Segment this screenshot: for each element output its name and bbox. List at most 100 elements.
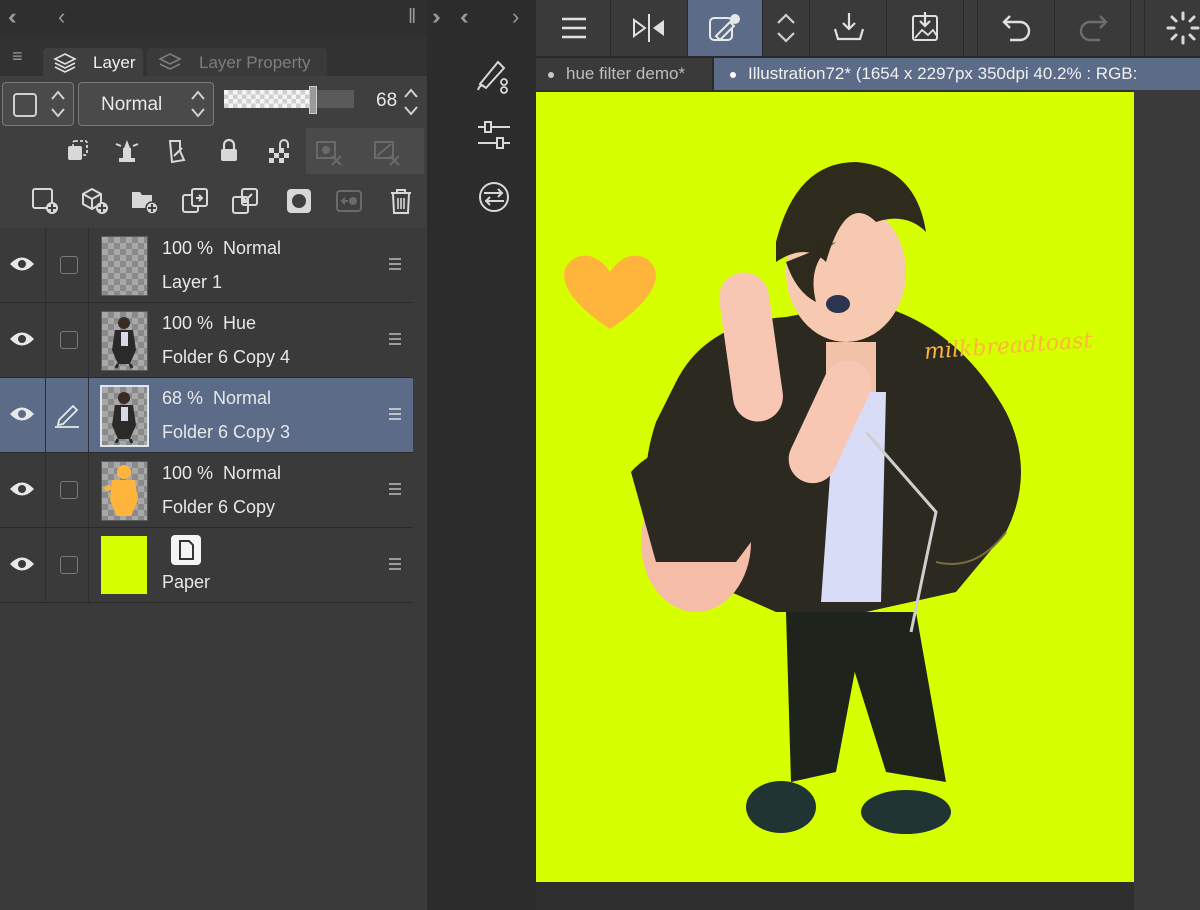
new-folder-icon[interactable]	[130, 186, 160, 216]
layer-checkbox[interactable]	[60, 481, 78, 499]
eye-icon	[10, 407, 34, 421]
layer-checkbox[interactable]	[60, 556, 78, 574]
updown-arrows-icon	[777, 13, 795, 43]
expand-right-icon[interactable]: ›	[512, 4, 519, 30]
combine-to-layer-below-icon[interactable]	[230, 186, 260, 216]
export-image-icon	[912, 12, 938, 41]
lock-layer-icon[interactable]	[214, 136, 244, 166]
layer-name: Layer 1	[162, 272, 223, 292]
layer-opacity-mode: 100 % Normal	[162, 463, 282, 483]
tab-layer[interactable]: Layer	[43, 48, 143, 76]
transfer-to-lower-layer-icon[interactable]	[180, 186, 210, 216]
visibility-toggle[interactable]	[0, 378, 46, 452]
layer-drag-handle-icon[interactable]	[388, 557, 402, 571]
layer-thumbnail	[101, 236, 148, 296]
collapse-left-icon[interactable]: ‹	[58, 4, 67, 30]
lock-transparent-pixels-icon[interactable]	[264, 136, 294, 166]
redo-button[interactable]	[1054, 0, 1131, 56]
show-ruler-range-icon[interactable]	[372, 136, 402, 166]
layer-drag-handle-icon[interactable]	[388, 407, 402, 421]
pen-editing-icon	[55, 404, 79, 428]
clip-to-layer-below-icon[interactable]	[62, 136, 92, 166]
blend-mode-select[interactable]: Normal	[78, 82, 214, 126]
collapse-left-double-icon[interactable]: ‹‹	[460, 4, 468, 30]
sub-tool-brush-icon[interactable]	[474, 54, 514, 94]
collapse-left-double-icon[interactable]: ‹‹	[8, 4, 16, 30]
doc-tab-illustration72[interactable]: Illustration72* (1654 x 2297px 350dpi 40…	[714, 58, 1200, 90]
panel-tab-row: ≡ Layer Layer Property	[0, 36, 427, 76]
document-tabs: hue filter demo* Illustration72* (1654 x…	[536, 56, 1200, 90]
layer-row-folder-6-copy-4[interactable]: 100 % Hue Folder 6 Copy 4	[0, 303, 413, 378]
layer-select-toggle[interactable]	[46, 228, 89, 302]
visibility-toggle[interactable]	[0, 453, 46, 527]
undo-button[interactable]	[977, 0, 1055, 56]
doc-tab-label: Illustration72* (1654 x 2297px 350dpi 40…	[748, 64, 1138, 83]
navigator-swap-icon[interactable]	[474, 180, 514, 214]
draft-layer-icon[interactable]	[162, 136, 192, 166]
figure-thumbnail-icon	[112, 392, 136, 444]
layer-thumbnail	[101, 461, 148, 521]
flip-horizontal-icon	[633, 14, 664, 42]
layer-drag-handle-icon[interactable]	[388, 332, 402, 346]
layer-edit-indicator[interactable]	[46, 378, 89, 452]
layers-icon	[53, 53, 77, 73]
save-button[interactable]	[810, 0, 887, 56]
tab-layer-property[interactable]: Layer Property	[147, 48, 327, 76]
layer-drag-handle-icon[interactable]	[388, 482, 402, 496]
layer-checkbox[interactable]	[60, 331, 78, 349]
new-raster-layer-icon[interactable]	[30, 186, 60, 216]
doc-tab-label: hue filter demo*	[566, 64, 686, 83]
opacity-slider-handle[interactable]	[309, 86, 318, 114]
layer-select-toggle[interactable]	[46, 453, 89, 527]
apply-mask-icon[interactable]	[334, 186, 364, 216]
figure-thumbnail-icon	[112, 317, 136, 369]
panel-menu-icon[interactable]: ≡	[12, 46, 23, 67]
eye-icon	[10, 332, 34, 346]
eyedropper-options-stepper[interactable]	[763, 0, 810, 56]
layer-name: Paper	[162, 572, 211, 592]
expression-color-select[interactable]	[2, 82, 74, 126]
delete-layer-icon[interactable]	[386, 186, 416, 216]
eyedropper-toggle-button[interactable]	[688, 0, 763, 56]
layer-name: Folder 6 Copy 4	[162, 347, 291, 367]
tool-property-sliders-icon[interactable]	[474, 118, 514, 152]
main-menu-button[interactable]	[536, 0, 611, 56]
reference-layer-icon[interactable]	[112, 136, 142, 166]
paper-layer-icon	[171, 535, 201, 565]
opacity-stepper-icon[interactable]	[402, 84, 420, 120]
paper-color-thumbnail	[101, 536, 147, 594]
unsaved-dot-icon	[548, 72, 554, 78]
processing-indicator	[1144, 0, 1200, 56]
blend-mode-value: Normal	[101, 94, 163, 115]
eye-icon	[10, 257, 34, 271]
expand-right-double-icon[interactable]: ››	[432, 4, 440, 30]
redo-icon	[1079, 15, 1108, 42]
layer-row-layer-1[interactable]: 100 % Normal Layer 1	[0, 228, 413, 303]
visibility-toggle[interactable]	[0, 228, 46, 302]
layer-drag-handle-icon[interactable]	[388, 257, 402, 271]
visibility-toggle[interactable]	[0, 303, 46, 377]
layer-row-folder-6-copy[interactable]: 100 % Normal Folder 6 Copy	[0, 453, 413, 528]
panel-topbar: ‹‹ ‹ ‖	[0, 0, 427, 36]
opacity-slider[interactable]	[224, 86, 354, 114]
save-download-icon	[833, 13, 865, 41]
visibility-toggle[interactable]	[0, 528, 46, 602]
layer-opacity-mode: 68 % Normal	[162, 388, 272, 408]
layer-select-toggle[interactable]	[46, 303, 89, 377]
unsaved-dot-icon	[730, 72, 736, 78]
export-button[interactable]	[887, 0, 964, 56]
enable-mask-icon[interactable]	[314, 136, 344, 166]
layer-checkbox[interactable]	[60, 256, 78, 274]
layer-row-folder-6-copy-3[interactable]: 68 % Normal Folder 6 Copy 3	[0, 378, 413, 453]
flip-horizontal-button[interactable]	[611, 0, 688, 56]
doc-tab-hue-filter-demo[interactable]: hue filter demo*	[536, 58, 712, 90]
artwork-canvas[interactable]: milkbreadtoast	[536, 92, 1134, 882]
panel-grip-icon[interactable]: ‖	[408, 6, 416, 29]
eyedropper-icon	[709, 14, 740, 42]
canvas-area[interactable]: milkbreadtoast	[536, 90, 1200, 910]
heart-icon	[564, 255, 656, 329]
layer-select-toggle[interactable]	[46, 528, 89, 602]
new-vector-layer-icon[interactable]	[80, 186, 110, 216]
layer-row-paper[interactable]: Paper	[0, 528, 413, 603]
create-layer-mask-icon[interactable]	[284, 186, 314, 216]
